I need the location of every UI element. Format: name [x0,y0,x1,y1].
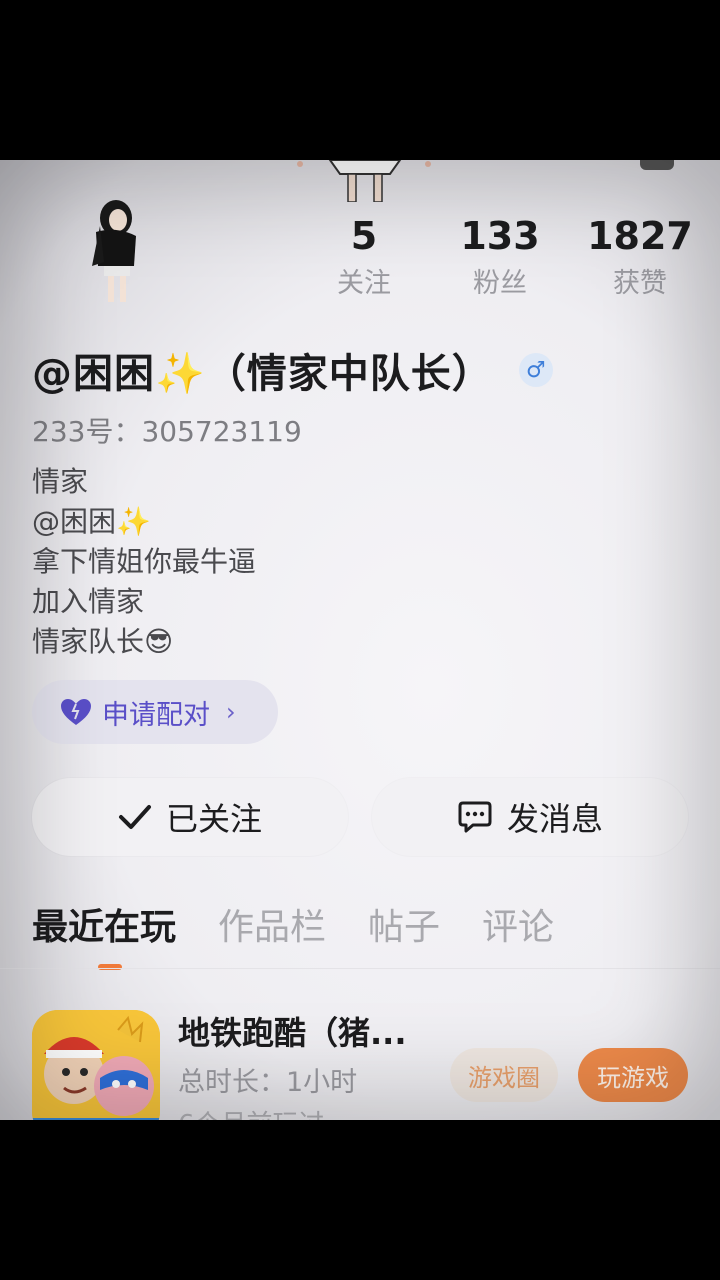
game-circle-button[interactable]: 游戏圈 [450,1048,558,1102]
likes-count: 1827 [587,214,693,258]
following-button[interactable]: 已关注 [32,778,348,856]
tabs-divider [0,968,720,969]
following-count: 5 [350,214,378,258]
following-button-label: 已关注 [165,800,262,838]
male-gender-icon: ♂ [518,353,553,387]
message-bubble-icon [458,801,492,833]
send-message-label: 发消息 [506,800,603,838]
likes-label: 获赞 [613,268,667,299]
bio-line: 拿下情姐你最牛逼 [32,545,257,578]
bio-line: @困困✨ [32,505,151,538]
apply-pair-label: 申请配对 [102,699,210,731]
stat-following[interactable]: 5 关注 [304,214,424,304]
fans-label: 粉丝 [473,268,527,299]
heart-icon [61,699,91,725]
play-game-button[interactable]: 玩游戏 [578,1048,688,1102]
avatar[interactable] [70,196,170,306]
app-screen: 5 关注 133 粉丝 1827 获赞 @困困✨（情家中队长） ♂ 233号：3… [0,160,720,1120]
tab-posts[interactable]: 帖子 [368,900,440,960]
game-title[interactable]: 地铁跑酷（猪... [178,1008,406,1054]
send-message-button[interactable]: 发消息 [372,778,688,856]
following-label: 关注 [337,268,391,299]
stat-likes[interactable]: 1827 获赞 [580,214,700,304]
settings-icon[interactable] [640,160,674,170]
tab-works[interactable]: 作品栏 [218,900,326,960]
fans-count: 133 [460,214,540,258]
stat-fans[interactable]: 133 粉丝 [440,214,560,304]
tab-recent-play[interactable]: 最近在玩 [32,900,176,960]
tab-comments[interactable]: 评论 [482,900,554,960]
bio-line: 情家队长😎 [32,625,174,658]
profile-name: @困困✨（情家中队长） [32,351,493,397]
active-tab-indicator [98,964,122,970]
game-play-time: 总时长：1小时 [178,1067,358,1098]
bio-line: 加入情家 [32,585,145,618]
game-icon[interactable] [32,1010,160,1120]
account-id[interactable]: 233号：305723119 [32,410,302,450]
header-illustration [290,160,440,203]
profile-tabs: 最近在玩 作品栏 帖子 评论 [32,900,596,960]
apply-pair-button[interactable]: 申请配对 › [32,680,278,744]
game-last-played: 6个月前玩过 [178,1104,325,1120]
profile-bio: 情家 @困困✨ 拿下情姐你最牛逼 加入情家 情家队长😎 [32,462,256,662]
profile-name-row: @困困✨（情家中队长） ♂ [32,342,553,398]
checkmark-icon [118,805,151,829]
bio-line: 情家 [32,465,89,498]
chevron-right-icon: › [226,698,236,726]
